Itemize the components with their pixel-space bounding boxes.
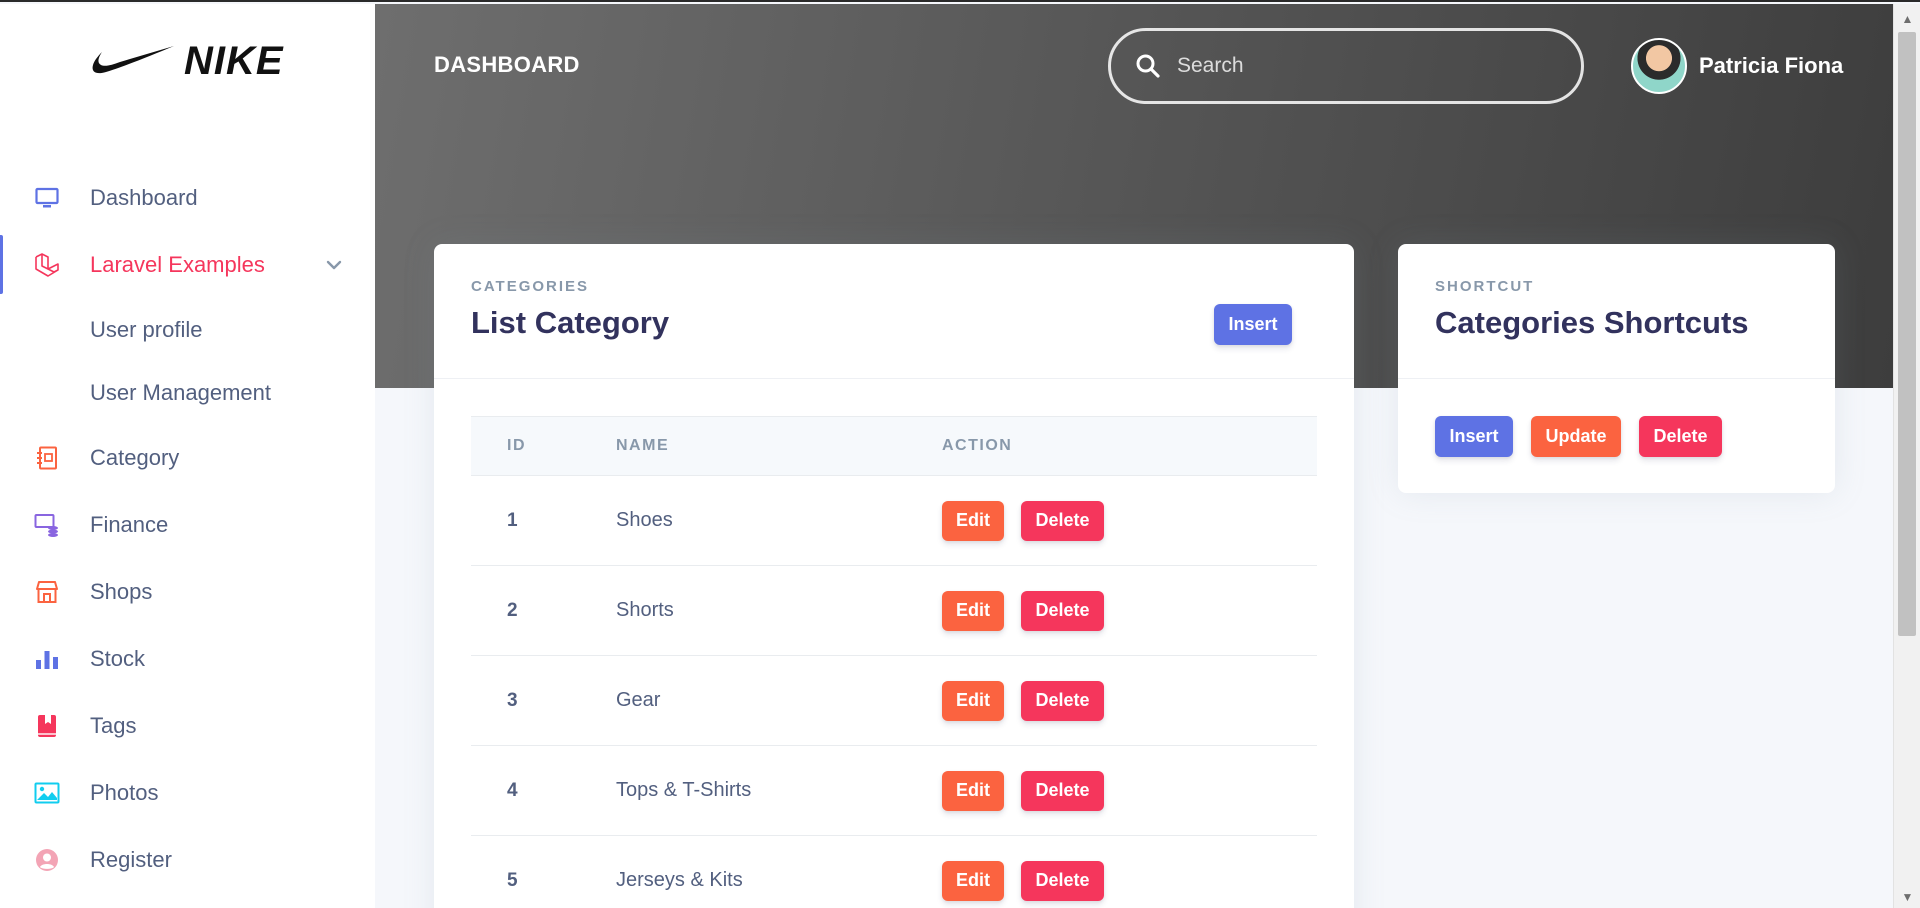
- sidebar-item-laravel-examples[interactable]: Laravel Examples: [0, 231, 375, 298]
- edit-button[interactable]: Edit: [942, 500, 1004, 541]
- page-title: DASHBOARD: [434, 52, 580, 77]
- row-id: 5: [507, 869, 518, 891]
- laravel-icon: [34, 252, 60, 278]
- row-name: Shoes: [616, 509, 673, 531]
- search-box[interactable]: [1108, 28, 1584, 104]
- shortcut-actions: Insert Update Delete: [1435, 416, 1722, 457]
- search-input[interactable]: [1177, 54, 1537, 78]
- sidebar-item-label: Category: [90, 444, 180, 470]
- table-row: 1 Shoes Edit Delete: [471, 476, 1317, 566]
- monitor-icon: [34, 185, 60, 211]
- row-id: 4: [507, 779, 518, 801]
- shop-icon: [34, 579, 60, 605]
- sidebar-subitem-user-profile[interactable]: User profile: [0, 298, 375, 361]
- table-row: 5 Jerseys & Kits Edit Delete: [471, 836, 1317, 908]
- sidebar-item-shops[interactable]: Shops: [0, 558, 375, 625]
- chevron-down-icon: [326, 260, 342, 269]
- sidebar-item-category[interactable]: Category: [0, 424, 375, 491]
- column-header-name[interactable]: NAME: [616, 437, 942, 455]
- sidebar-item-label: Photos: [90, 779, 159, 805]
- delete-button[interactable]: Delete: [1021, 500, 1104, 541]
- bookmark-icon: [34, 713, 60, 739]
- row-actions: Edit Delete: [942, 500, 1317, 541]
- table-row: 3 Gear Edit Delete: [471, 656, 1317, 746]
- table-header: ID NAME ACTION: [471, 416, 1317, 476]
- shortcut-delete-button[interactable]: Delete: [1639, 416, 1722, 457]
- user-name[interactable]: Patricia Fiona: [1699, 53, 1843, 79]
- edit-button[interactable]: Edit: [942, 680, 1004, 721]
- row-name: Gear: [616, 689, 661, 711]
- shortcut-update-button[interactable]: Update: [1531, 416, 1621, 457]
- sidebar-item-label: Finance: [90, 511, 169, 537]
- sidebar-item-dashboard[interactable]: Dashboard: [0, 164, 375, 231]
- brand-logo[interactable]: NIKE: [90, 36, 290, 86]
- shortcut-card: SHORTCUT Categories Shortcuts Insert Upd…: [1398, 244, 1835, 493]
- shortcut-insert-button[interactable]: Insert: [1435, 416, 1513, 457]
- row-actions: Edit Delete: [942, 860, 1317, 901]
- row-actions: Edit Delete: [942, 590, 1317, 631]
- user-menu[interactable]: Patricia Fiona: [1631, 38, 1843, 94]
- avatar[interactable]: [1631, 38, 1687, 94]
- delete-button[interactable]: Delete: [1021, 680, 1104, 721]
- page-scrollbar[interactable]: ▲ ▼: [1893, 4, 1920, 908]
- insert-button[interactable]: Insert: [1214, 304, 1292, 345]
- search-icon: [1136, 54, 1160, 78]
- categories-card: CATEGORIES List Category Insert ID NAME …: [434, 244, 1354, 908]
- card-title: List Category: [471, 305, 670, 340]
- delete-button[interactable]: Delete: [1021, 770, 1104, 811]
- bar-chart-icon: [34, 646, 60, 672]
- row-id: 3: [507, 689, 518, 711]
- edit-button[interactable]: Edit: [942, 860, 1004, 901]
- delete-button[interactable]: Delete: [1021, 860, 1104, 901]
- sidebar-item-photos[interactable]: Photos: [0, 759, 375, 826]
- image-icon: [34, 780, 60, 806]
- row-id: 2: [507, 599, 518, 621]
- sidebar-item-label: Tags: [90, 712, 137, 738]
- scroll-up-arrow-icon[interactable]: ▲: [1894, 8, 1920, 30]
- categories-table: ID NAME ACTION 1 Shoes Edit Delete 2 Sho…: [471, 416, 1317, 908]
- edit-button[interactable]: Edit: [942, 590, 1004, 631]
- row-id: 1: [507, 509, 518, 531]
- sidebar-item-stock[interactable]: Stock: [0, 625, 375, 692]
- row-name: Jerseys & Kits: [616, 869, 743, 891]
- nike-swoosh-icon: [92, 46, 174, 74]
- column-header-id[interactable]: ID: [471, 437, 616, 455]
- sidebar-subitem-user-management[interactable]: User Management: [0, 361, 375, 424]
- notebook-icon: [34, 445, 60, 471]
- sidebar-item-register[interactable]: Register: [0, 826, 375, 893]
- table-row: 2 Shorts Edit Delete: [471, 566, 1317, 656]
- sidebar-item-label: Laravel Examples: [90, 251, 265, 277]
- sidebar-item-label: Dashboard: [90, 184, 198, 210]
- sidebar-item-tags[interactable]: Tags: [0, 692, 375, 759]
- card-header: SHORTCUT Categories Shortcuts: [1398, 244, 1835, 379]
- sidebar-item-finance[interactable]: Finance: [0, 491, 375, 558]
- card-title: Categories Shortcuts: [1435, 305, 1749, 340]
- brand-name: NIKE: [184, 38, 284, 83]
- scrollbar-thumb[interactable]: [1898, 32, 1916, 636]
- sidebar-item-label: Register: [90, 846, 172, 872]
- card-eyebrow: SHORTCUT: [1435, 278, 1535, 295]
- row-name: Tops & T-Shirts: [616, 779, 752, 801]
- money-stack-icon: [34, 512, 60, 538]
- card-header: CATEGORIES List Category Insert: [434, 244, 1354, 379]
- table-row: 4 Tops & T-Shirts Edit Delete: [471, 746, 1317, 836]
- column-header-action: ACTION: [942, 437, 1013, 454]
- user-circle-icon: [34, 847, 60, 873]
- sidebar: NIKE Dashboard Laravel Examples User pro…: [0, 4, 375, 908]
- sidebar-item-label: Shops: [90, 578, 153, 604]
- row-name: Shorts: [616, 599, 674, 621]
- delete-button[interactable]: Delete: [1021, 590, 1104, 631]
- edit-button[interactable]: Edit: [942, 770, 1004, 811]
- row-actions: Edit Delete: [942, 770, 1317, 811]
- scroll-down-arrow-icon[interactable]: ▼: [1894, 886, 1920, 908]
- sidebar-nav: Dashboard Laravel Examples User profile …: [0, 164, 375, 893]
- row-actions: Edit Delete: [942, 680, 1317, 721]
- card-eyebrow: CATEGORIES: [471, 278, 590, 295]
- sidebar-item-label: Stock: [90, 645, 146, 671]
